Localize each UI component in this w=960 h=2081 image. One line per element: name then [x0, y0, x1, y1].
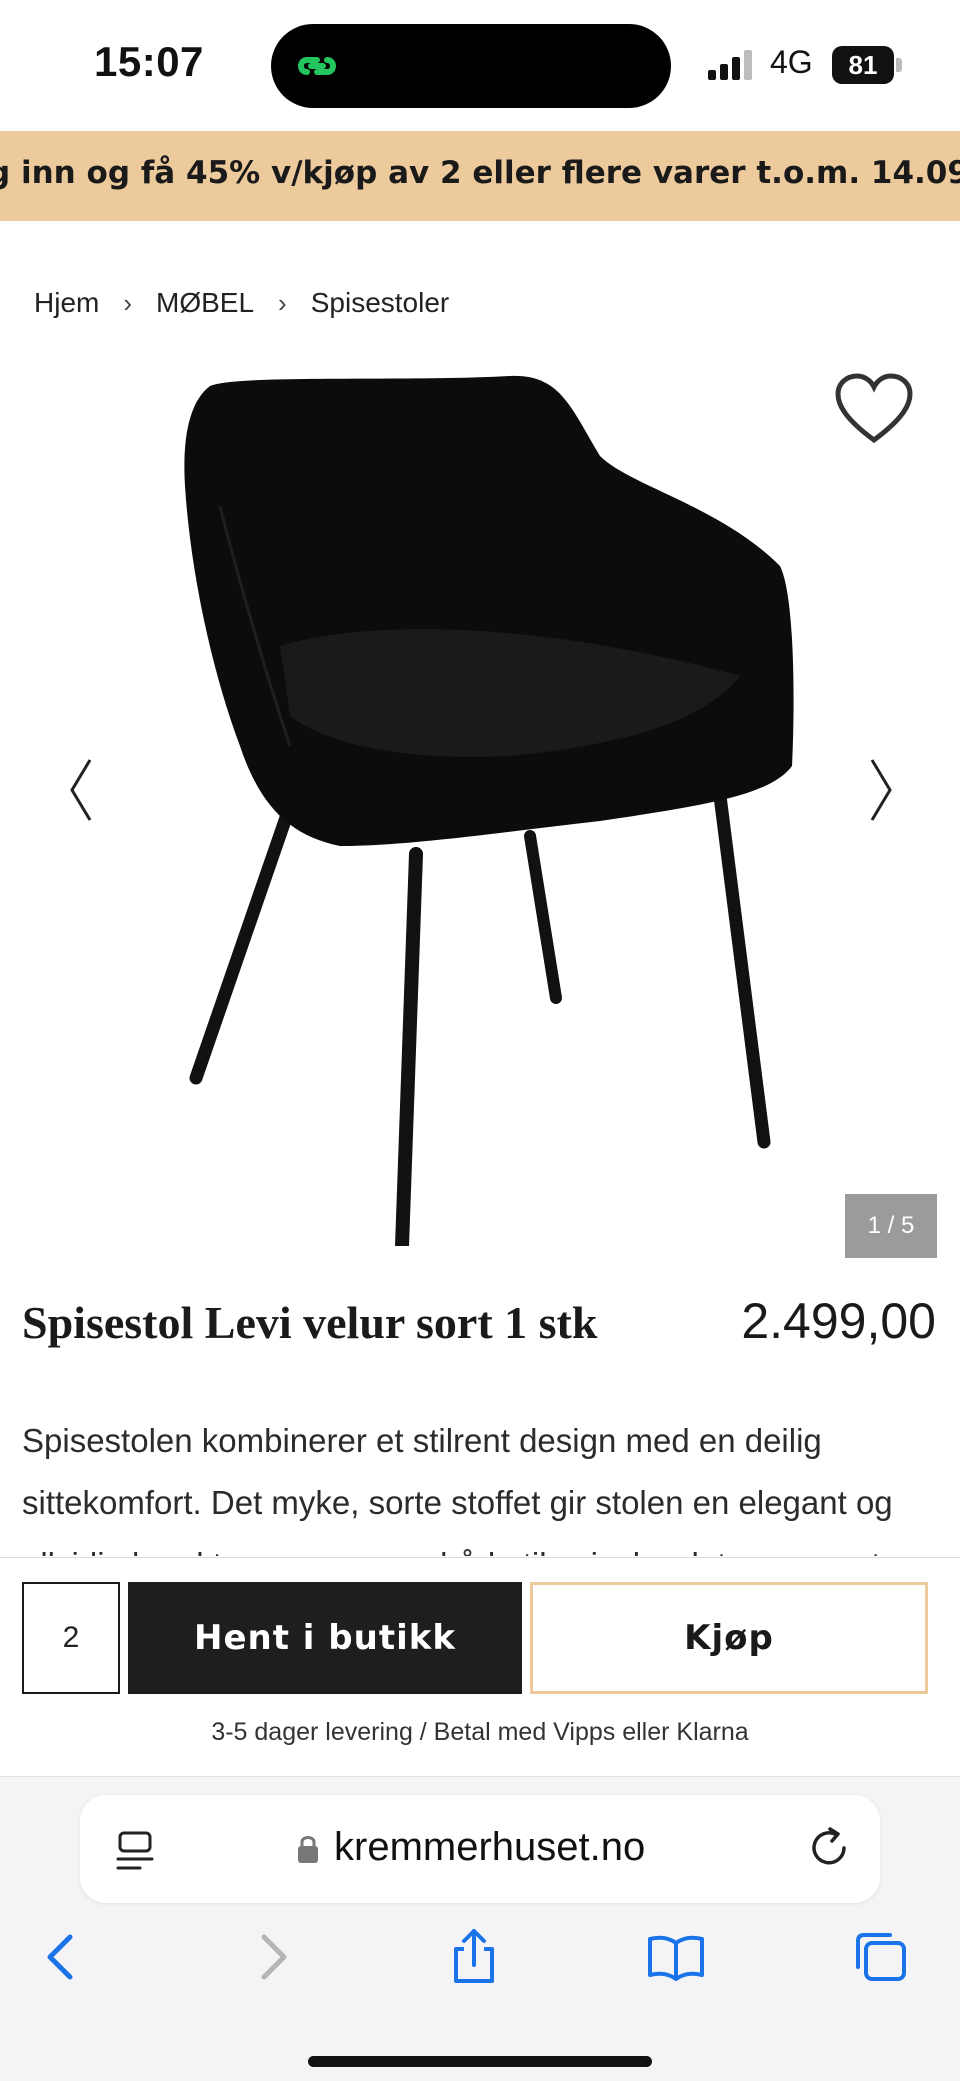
- breadcrumb-mobel[interactable]: MØBEL: [156, 287, 254, 319]
- forward-icon[interactable]: [242, 1927, 302, 1987]
- product-image: [184, 375, 794, 1246]
- reload-icon[interactable]: [806, 1825, 852, 1871]
- chevron-right-icon[interactable]: [862, 750, 902, 830]
- quantity-input[interactable]: 2: [22, 1582, 120, 1694]
- battery-icon: 81: [832, 46, 902, 84]
- buy-panel: 2 Hent i butikk Kjøp 3-5 dager levering …: [0, 1557, 960, 1775]
- battery-cap: [896, 58, 902, 72]
- breadcrumb-separator-icon: ›: [123, 287, 133, 318]
- network-type: 4G: [770, 44, 813, 80]
- product-price: 2.499,00: [741, 1293, 936, 1349]
- lock-icon: [298, 1836, 318, 1863]
- page-menu-icon[interactable]: [114, 1829, 156, 1873]
- pickup-in-store-button[interactable]: Hent i butikk: [128, 1582, 522, 1694]
- app-activity-icon: [298, 57, 336, 75]
- bookmarks-icon[interactable]: [646, 1927, 706, 1987]
- heart-icon[interactable]: [834, 372, 914, 448]
- product-gallery[interactable]: 1 / 5: [0, 350, 960, 1260]
- delivery-info: 3-5 dager levering / Betal med Vipps ell…: [211, 1718, 749, 1746]
- back-icon[interactable]: [32, 1927, 92, 1987]
- battery-level: 81: [832, 46, 894, 84]
- status-bar: 15:07 4G 81: [0, 0, 960, 130]
- home-indicator[interactable]: [308, 2056, 652, 2067]
- dynamic-island: [271, 24, 671, 108]
- breadcrumb-home[interactable]: Hjem: [34, 287, 99, 319]
- chevron-left-icon[interactable]: [60, 750, 100, 830]
- status-time: 15:07: [94, 38, 204, 85]
- browser-toolbar: kremmerhuset.no: [0, 1776, 960, 2081]
- signal-icon: [708, 50, 752, 80]
- image-counter: 1 / 5: [845, 1194, 937, 1258]
- address-bar[interactable]: kremmerhuset.no: [80, 1795, 880, 1903]
- url-text: kremmerhuset.no: [334, 1825, 646, 1869]
- promo-banner[interactable]: g inn og få 45% v/kjøp av 2 eller flere …: [0, 131, 960, 221]
- buy-button[interactable]: Kjøp: [530, 1582, 928, 1694]
- promo-text: g inn og få 45% v/kjøp av 2 eller flere …: [0, 155, 960, 191]
- product-title: Spisestol Levi velur sort 1 stk: [22, 1297, 598, 1348]
- breadcrumb-separator-icon: ›: [278, 287, 287, 318]
- breadcrumb: Hjem › MØBEL › Spisestoler: [34, 283, 449, 323]
- share-icon[interactable]: [444, 1927, 504, 1987]
- breadcrumb-spisestoler[interactable]: Spisestoler: [311, 287, 450, 319]
- product-description: Spisestolen kombinerer et stilrent desig…: [22, 1422, 893, 1556]
- tabs-icon[interactable]: [850, 1927, 910, 1987]
